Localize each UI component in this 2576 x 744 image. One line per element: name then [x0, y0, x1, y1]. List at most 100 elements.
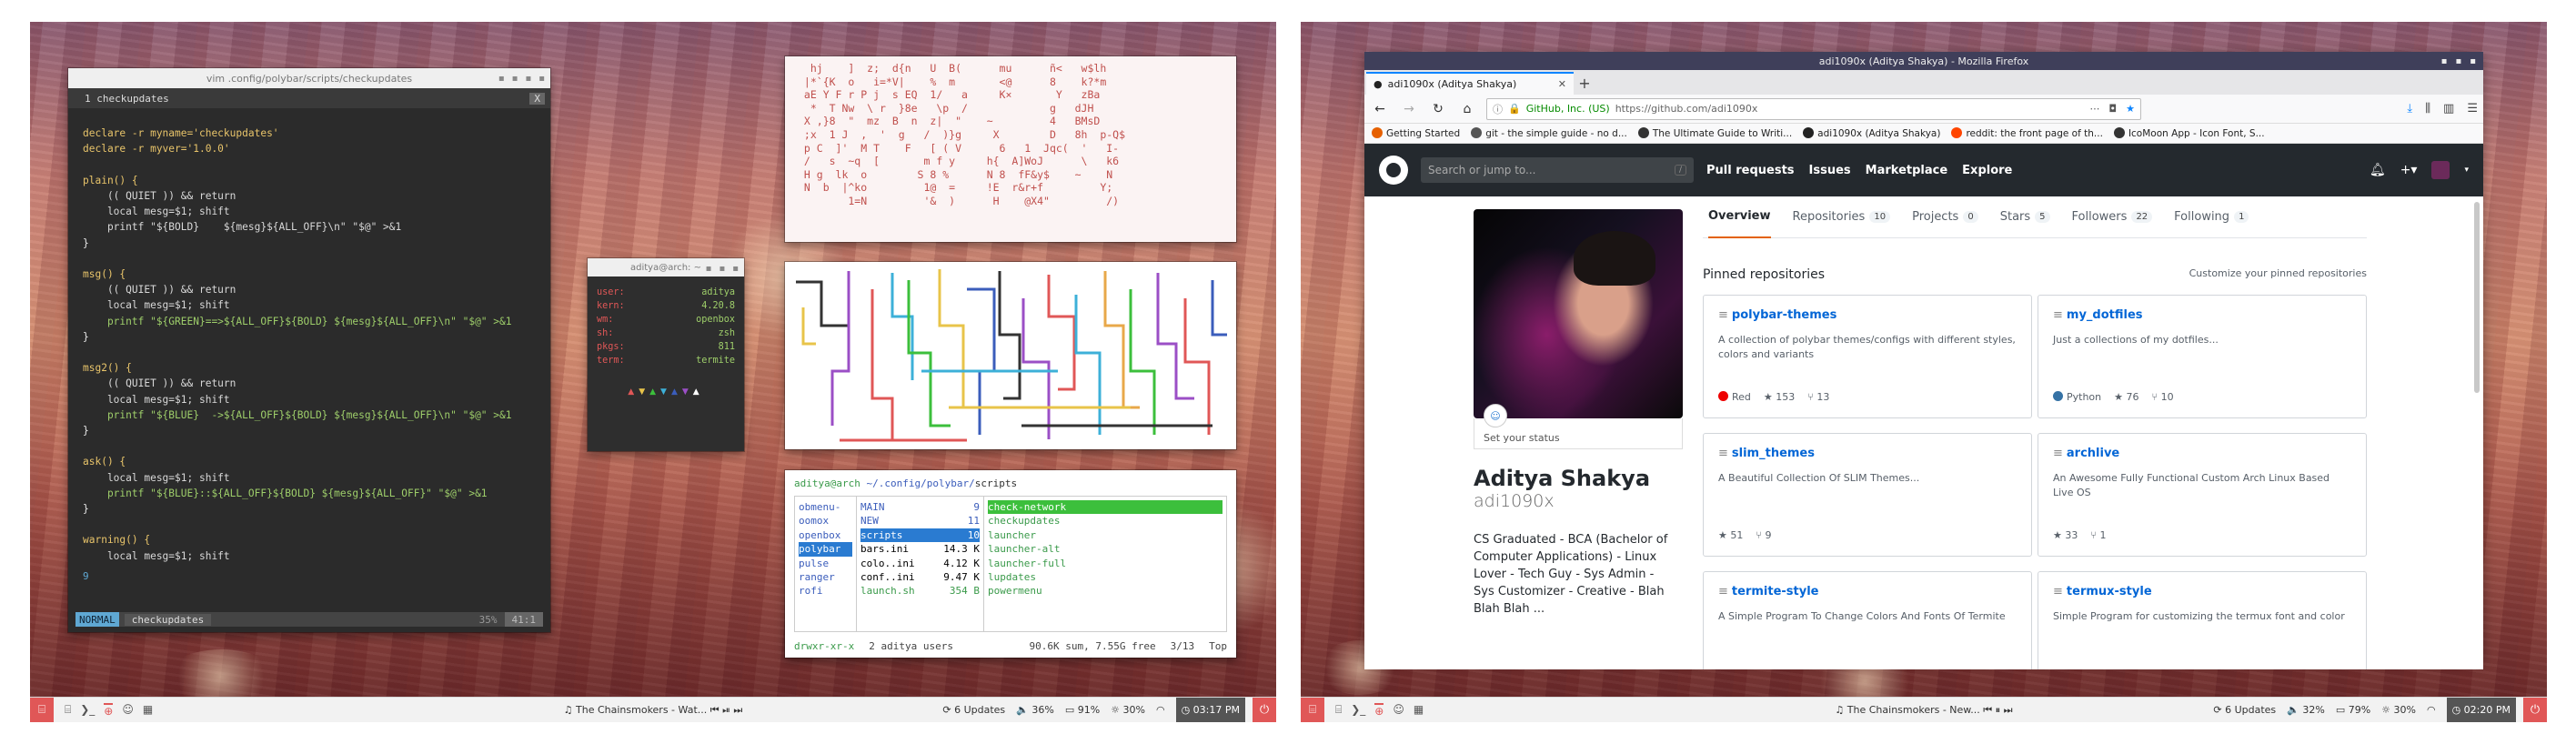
workspace-3[interactable]: ⊕	[104, 702, 114, 718]
volume-module[interactable]: 🔈 32%	[2287, 704, 2325, 716]
ranger-item[interactable]: launch.sh 354 B	[860, 584, 980, 598]
menu-button[interactable]: ⌸	[1301, 697, 1324, 722]
repo-card[interactable]: ≡ polybar-themes A collection of polybar t…	[1703, 295, 2032, 418]
bookmark-item[interactable]: IcoMoon App - Icon Font, S...	[2113, 127, 2265, 139]
hamburger-menu-icon[interactable]: ☰	[2467, 102, 2478, 116]
firefox-window[interactable]: adi1090x (Aditya Shakya) - Mozilla Firef…	[1364, 52, 2483, 669]
customize-pins-link[interactable]: Customize your pinned repositories	[2189, 267, 2367, 282]
bookmark-item[interactable]: git - the simple guide - no d...	[1471, 127, 1627, 139]
github-nav-explore[interactable]: Explore	[1962, 164, 2012, 177]
repo-stars[interactable]: ★ 76	[2114, 391, 2138, 403]
ranger-parent-item[interactable]: rofi	[799, 584, 852, 598]
reload-button[interactable]: ↻	[1428, 99, 1448, 119]
chevron-down-icon[interactable]: ▾	[2464, 166, 2469, 175]
plus-menu-icon[interactable]: +▾	[2400, 163, 2418, 177]
url-bar[interactable]: ⓘ 🔒 GitHub, Inc. (US) https://github.com…	[1486, 97, 2141, 120]
ranger-terminal[interactable]: aditya@arch ~/.config/polybar/scripts ob…	[785, 470, 1236, 658]
scrollbar[interactable]	[2474, 202, 2480, 393]
ranger-preview-item[interactable]: launcher	[988, 528, 1223, 542]
repo-card[interactable]: ≡ termite-style A Simple Program To Change…	[1703, 571, 2032, 669]
ranger-item[interactable]: bars.ini 14.3 K	[860, 542, 980, 556]
page-actions-icon[interactable]: ⋯	[2089, 103, 2099, 115]
bookmark-item[interactable]: Getting Started	[1372, 127, 1460, 139]
repo-card[interactable]: ≡ slim_themes A Beautiful Collection Of SL…	[1703, 433, 2032, 557]
ranger-preview-item[interactable]: launcher-alt	[988, 542, 1223, 556]
maximize-icon[interactable]: ▪	[2455, 56, 2461, 66]
neofetch-window[interactable]: aditya@arch: ~ ▪ ▪ ▪ user: aditya kern: 4.20.…	[588, 258, 744, 451]
media-module[interactable]: ♫ The Chainsmokers - Wat... ⏮ ⏯ ⏭	[564, 704, 743, 717]
vim-tab-close[interactable]: X	[529, 92, 545, 105]
updates-module[interactable]: ⟳ 6 Updates	[942, 704, 1005, 716]
ranger-parent-item[interactable]: oomox	[799, 514, 852, 528]
vim-buffer[interactable]: declare -r myname='checkupdates' declare …	[68, 108, 550, 564]
github-nav-marketplace[interactable]: Marketplace	[1866, 164, 1948, 177]
brightness-module[interactable]: ☼ 30%	[2381, 704, 2416, 716]
ranger-preview-item[interactable]: check-network	[988, 500, 1223, 515]
github-logo-icon[interactable]	[1379, 156, 1408, 185]
tab-repositories[interactable]: Repositories 10	[1793, 196, 1891, 238]
info-icon[interactable]: ⓘ	[1493, 102, 1503, 116]
browser-tab[interactable]: ● adi1090x (Aditya Shakya) ✕	[1366, 72, 1574, 95]
workspace-2[interactable]: ❯_	[1351, 703, 1365, 718]
workspace-4[interactable]: ☺	[122, 703, 134, 718]
maximize-icon[interactable]: ▪	[525, 74, 531, 84]
tab-close-icon[interactable]: ✕	[1558, 78, 1566, 90]
maximize-icon[interactable]: ▪	[719, 264, 725, 274]
minimize-icon[interactable]: ▪	[512, 74, 518, 84]
ranger-item[interactable]: NEW 11	[860, 514, 980, 528]
ranger-item[interactable]: conf..ini 9.47 K	[860, 570, 980, 584]
vim-tab[interactable]: 1 checkupdates	[85, 93, 169, 105]
workspace-5[interactable]: ▦	[143, 703, 153, 718]
profile-avatar[interactable]	[1474, 209, 1683, 418]
repo-name[interactable]: ≡ my_dotfiles	[2053, 308, 2351, 322]
ranger-preview-item[interactable]: launcher-full	[988, 557, 1223, 570]
home-button[interactable]: ⌂	[1457, 99, 1477, 119]
bookmark-star-icon[interactable]: ★	[2126, 103, 2135, 115]
power-button[interactable]: ⏻	[2523, 697, 2547, 722]
ranger-item[interactable]: scripts 10	[860, 528, 980, 543]
wifi-icon[interactable]: ◠	[2427, 704, 2436, 716]
ranger-parent-column[interactable]: obmenu-oomox openbox polybar pulse ranger rof…	[795, 497, 857, 631]
ranger-preview-column[interactable]: check-network checkupdates launcher launche…	[984, 497, 1226, 631]
downloads-icon[interactable]: ⤓	[2407, 102, 2412, 116]
repo-forks[interactable]: ⑂ 9	[1756, 529, 1771, 541]
repo-card[interactable]: ≡ archlive An Awesome Fully Functional Cus…	[2038, 433, 2367, 557]
new-tab-button[interactable]: +	[1574, 72, 1595, 95]
user-avatar[interactable]	[2431, 161, 2450, 179]
repo-forks[interactable]: ⑂ 10	[2152, 391, 2174, 403]
bookmark-item[interactable]: The Ultimate Guide to Writi...	[1637, 127, 1792, 139]
close-icon[interactable]: ▪	[2470, 56, 2476, 66]
volume-module[interactable]: 🔈 36%	[1016, 704, 1054, 716]
ranger-item[interactable]: MAIN 9	[860, 500, 980, 514]
vim-window[interactable]: vim .config/polybar/scripts/checkupdates…	[68, 68, 550, 632]
ranger-current-column[interactable]: MAIN 9 NEW 11 scripts 10 bars.ini 14.3 Kcolo..i…	[857, 497, 984, 631]
workspace-4[interactable]: ☺	[1393, 703, 1404, 718]
bookmark-item[interactable]: adi1090x (Aditya Shakya)	[1803, 127, 1940, 139]
media-module[interactable]: ♫ The Chainsmokers - New... ⏮ ⏸ ⏭	[1835, 704, 2012, 717]
repo-card[interactable]: ≡ termux-style Simple Program for customiz…	[2038, 571, 2367, 669]
bookmark-item[interactable]: reddit: the front page of th...	[1951, 127, 2103, 139]
updates-module[interactable]: ⟳ 6 Updates	[2213, 704, 2276, 716]
shade-icon[interactable]: ▪	[498, 74, 505, 84]
pocket-icon[interactable]: ◘	[2108, 103, 2117, 115]
library-icon[interactable]: ⫼	[2425, 102, 2430, 116]
repo-name[interactable]: ≡ archlive	[2053, 447, 2351, 460]
tab-followers[interactable]: Followers 22	[2072, 196, 2153, 238]
ranger-parent-item[interactable]: pulse	[799, 557, 852, 570]
workspace-1[interactable]: ⌸	[1335, 703, 1342, 718]
repo-forks[interactable]: ⑂ 13	[1807, 391, 1829, 403]
back-button[interactable]: ←	[1370, 99, 1390, 119]
close-icon[interactable]: ▪	[538, 74, 545, 84]
github-nav-issues[interactable]: Issues	[1809, 164, 1851, 177]
ranger-preview-item[interactable]: checkupdates	[988, 514, 1223, 528]
tab-projects[interactable]: Projects 0	[1912, 196, 1978, 238]
neofetch-titlebar[interactable]: aditya@arch: ~ ▪ ▪ ▪	[588, 258, 744, 276]
tab-overview[interactable]: Overview	[1708, 196, 1771, 238]
minimize-icon[interactable]: ▪	[2441, 56, 2448, 66]
workspace-1[interactable]: ⌸	[65, 703, 71, 718]
cmatrix-terminal[interactable]: hj ] z; d{n U B( mu ñ< w$lh |*`{K o i=*V…	[785, 56, 1236, 242]
ranger-parent-item[interactable]: polybar	[799, 542, 852, 557]
sidebar-icon[interactable]: ▥	[2443, 102, 2454, 116]
repo-stars[interactable]: ★ 51	[1718, 529, 1743, 541]
ranger-parent-item[interactable]: obmenu-	[799, 500, 852, 514]
